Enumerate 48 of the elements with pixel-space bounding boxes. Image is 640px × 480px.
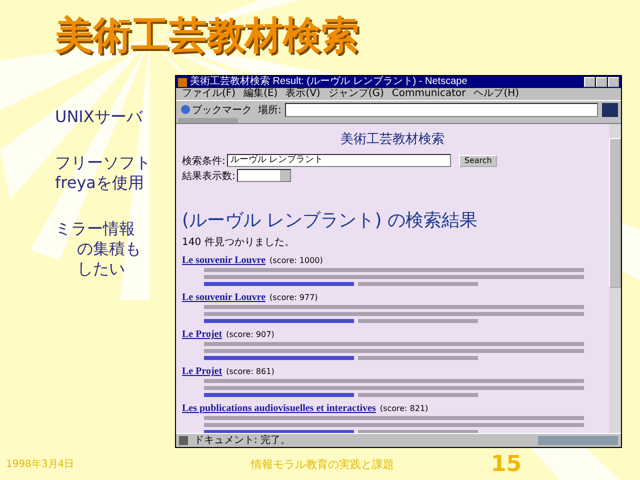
scrollbar[interactable]: [609, 124, 621, 433]
app-icon: [178, 78, 187, 86]
result-score: (score: 977): [270, 293, 318, 302]
bookmark-icon: [181, 105, 190, 114]
scroll-thumb[interactable]: [609, 138, 621, 288]
result-link[interactable]: Le souvenir Louvre: [182, 292, 266, 303]
minimize-button[interactable]: [584, 77, 595, 87]
page-number: 15: [491, 452, 522, 476]
query-label: 検索条件:: [182, 154, 226, 168]
bullet-text: の集積も: [77, 239, 141, 259]
result-score: (score: 1000): [270, 256, 323, 265]
count-label: 結果表示数:: [182, 170, 236, 182]
location-label: 場所:: [258, 104, 282, 116]
result-score: (score: 821): [380, 404, 428, 413]
menu-item[interactable]: 表示(V): [286, 88, 320, 100]
result-score: (score: 907): [226, 330, 274, 339]
bullet-text: UNIXサーバ: [55, 107, 142, 127]
result-link[interactable]: Les publications audiovisuelles et interactives: [182, 403, 376, 414]
bullet-text: ミラー情報: [55, 219, 135, 239]
menu-item[interactable]: ヘルプ(H): [474, 88, 520, 100]
results-title: (ルーヴル レンブラント) の検索結果: [182, 209, 478, 232]
count-dropdown[interactable]: [237, 169, 292, 182]
window-title: 美術工芸教材検索 Result: (ルーヴル レンブラント) - Netscape: [190, 76, 468, 88]
bullet-text: フリーソフト: [55, 153, 151, 173]
search-button[interactable]: Search: [459, 154, 497, 166]
slide-date: 1998年3月4日: [6, 458, 76, 471]
maximize-button[interactable]: [596, 77, 607, 87]
bullet-text: freyaを使用: [55, 173, 144, 193]
results-count: 140 件見つかりました。: [182, 236, 296, 249]
slide-title: 美術工芸教材検索: [55, 12, 359, 58]
result-score: (score: 861): [226, 367, 274, 376]
result-link[interactable]: Le Projet: [182, 366, 222, 377]
bullet-text: したい: [77, 259, 125, 279]
menu-item[interactable]: Communicator: [392, 88, 466, 100]
logo-icon: [602, 102, 618, 116]
location-field[interactable]: [285, 102, 598, 116]
result-link[interactable]: Le Projet: [182, 329, 222, 340]
lock-icon: [179, 436, 188, 445]
slide-footer: 情報モラル教育の実践と課題: [251, 456, 491, 472]
page-heading: 美術工芸教材検索: [340, 131, 446, 148]
status-text: ドキュメント: 完了。: [194, 434, 292, 446]
menu-item[interactable]: ファイル(F): [182, 88, 236, 100]
menu-item[interactable]: ジャンプ(G): [328, 88, 384, 100]
menu-item[interactable]: 編集(E): [244, 88, 278, 100]
tab-strip: [178, 118, 238, 123]
close-button[interactable]: [608, 77, 619, 87]
result-link[interactable]: Le souvenir Louvre: [182, 255, 266, 266]
query-field[interactable]: ルーヴル レンブラント: [227, 154, 452, 167]
